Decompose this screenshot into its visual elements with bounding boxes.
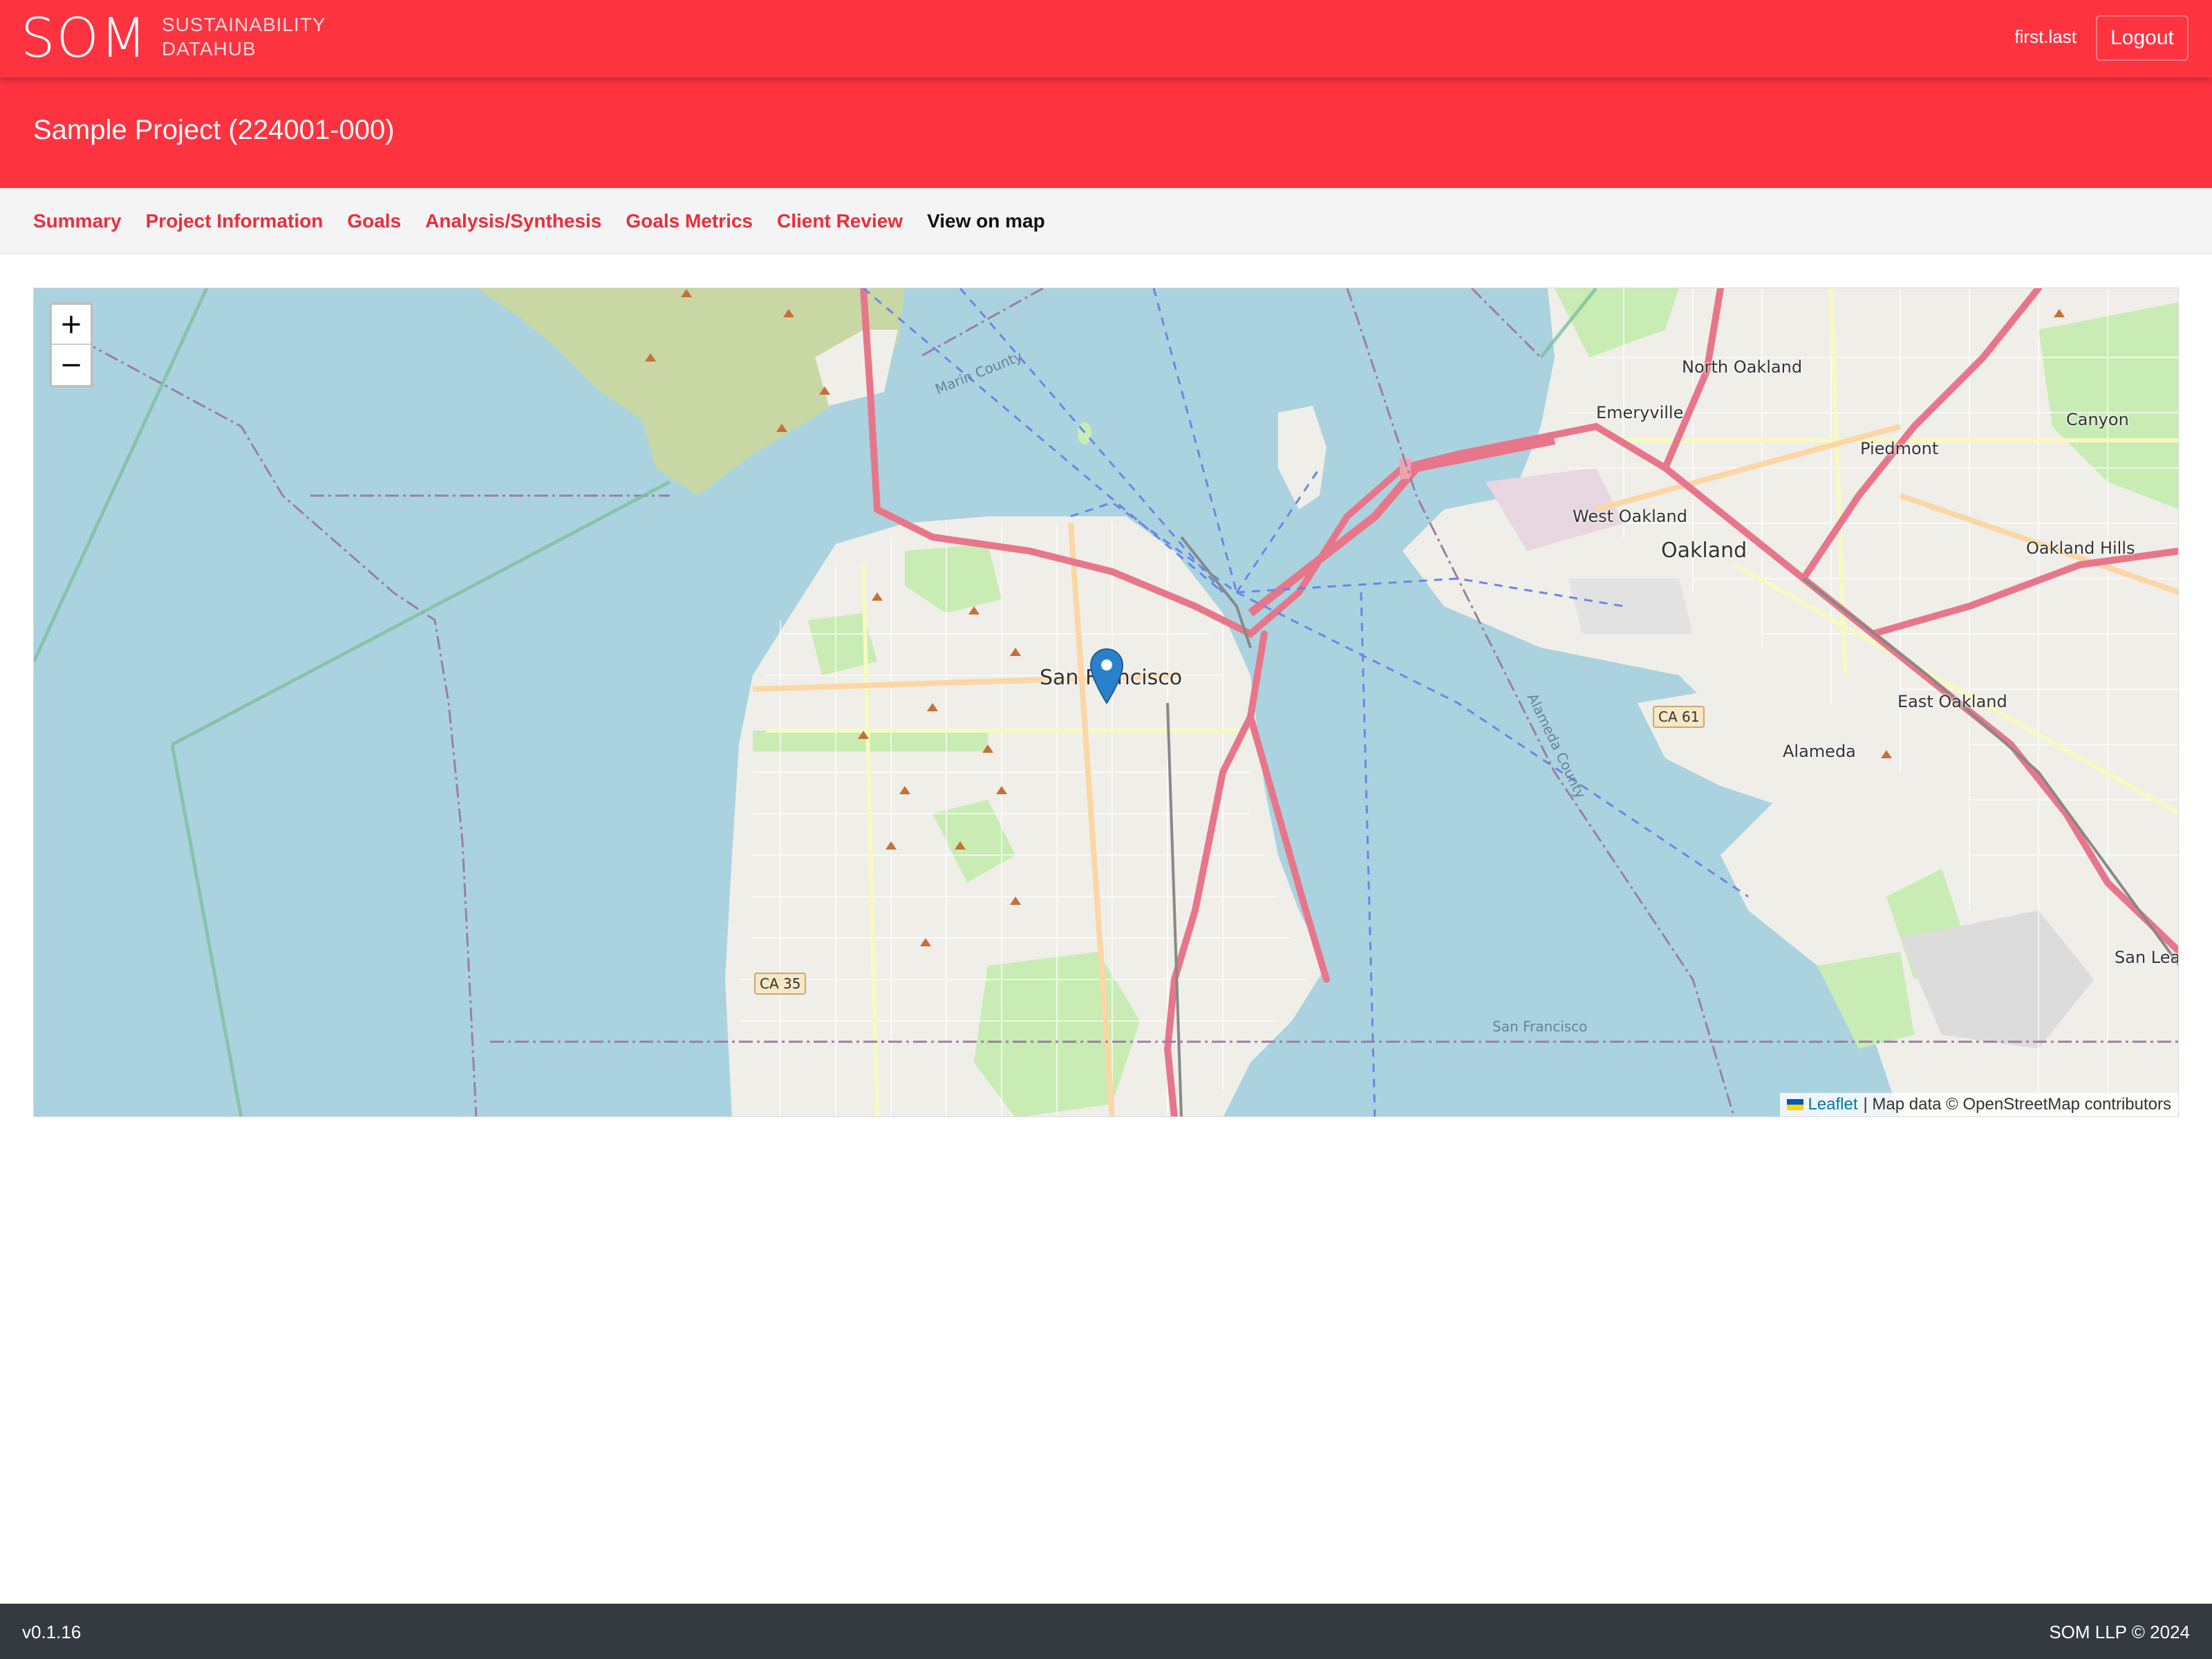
version-label: v0.1.16 (22, 1622, 82, 1642)
username-label: first.last (2014, 26, 2077, 47)
page-footer: v0.1.16 SOM LLP © 2024 (0, 1604, 2212, 1659)
ukraine-flag-icon (1787, 1099, 1804, 1110)
copyright-label: SOM LLP © 2024 (2049, 1622, 2190, 1642)
tab-summary[interactable]: Summary (33, 210, 122, 232)
attribution-text: | Map data © OpenStreetMap contributors (1863, 1095, 2171, 1114)
map-label-oakland: Oakland (1661, 538, 1747, 563)
map-label-west-oakland: West Oakland (1573, 507, 1687, 526)
tab-analysis-synthesis[interactable]: Analysis/Synthesis (425, 210, 601, 232)
tab-project-information[interactable]: Project Information (146, 210, 324, 232)
map-label-san-leandro: San Lea (2115, 948, 2179, 967)
tab-goals-metrics[interactable]: Goals Metrics (626, 210, 753, 232)
map-label-oakland-hills: Oakland Hills (2026, 538, 2135, 558)
logo-subtitle: SUSTAINABILITY DATAHUB (162, 12, 326, 61)
zoom-out-button[interactable]: − (52, 345, 91, 385)
zoom-control: + − (49, 302, 93, 388)
zoom-in-button[interactable]: + (52, 305, 91, 345)
map-label-sf-boundary: San Francisco (1492, 1018, 1588, 1035)
logo-subtitle-line2: DATAHUB (162, 38, 256, 59)
location-marker-icon[interactable] (1089, 648, 1124, 704)
project-title: Sample Project (224001-000) (33, 115, 395, 145)
tab-goals[interactable]: Goals (347, 210, 401, 232)
map-label-piedmont: Piedmont (1860, 439, 1939, 458)
map-label-alameda: Alameda (1783, 742, 1856, 761)
map-view[interactable]: San Francisco Oakland Alameda Emeryville… (33, 288, 2179, 1117)
map-label-ca61: CA 61 (1653, 706, 1705, 728)
map-label-east-oakland: East Oakland (1897, 692, 2007, 711)
map-label-canyon: Canyon (2066, 410, 2129, 429)
tab-client-review[interactable]: Client Review (777, 210, 903, 232)
map-label-ca35: CA 35 (754, 973, 807, 995)
tab-list: Summary Project Information Goals Analys… (33, 188, 1045, 254)
tab-view-on-map[interactable]: View on map (927, 210, 1045, 232)
map-attribution: Leaflet | Map data © OpenStreetMap contr… (1780, 1093, 2178, 1116)
map-label-north-oakland: North Oakland (1682, 357, 1803, 377)
logo-subtitle-line1: SUSTAINABILITY (162, 14, 326, 35)
leaflet-link[interactable]: Leaflet (1787, 1095, 1858, 1114)
som-logo[interactable]: SOM (21, 4, 148, 73)
project-header: Sample Project (224001-000) (0, 77, 2212, 188)
top-navbar: SOM SUSTAINABILITY DATAHUB first.last Lo… (0, 0, 2212, 77)
leaflet-link-text: Leaflet (1808, 1095, 1858, 1114)
map-label-emeryville: Emeryville (1596, 403, 1684, 422)
logout-button[interactable]: Logout (2096, 15, 2188, 61)
project-tabs: Summary Project Information Goals Analys… (0, 188, 2212, 254)
